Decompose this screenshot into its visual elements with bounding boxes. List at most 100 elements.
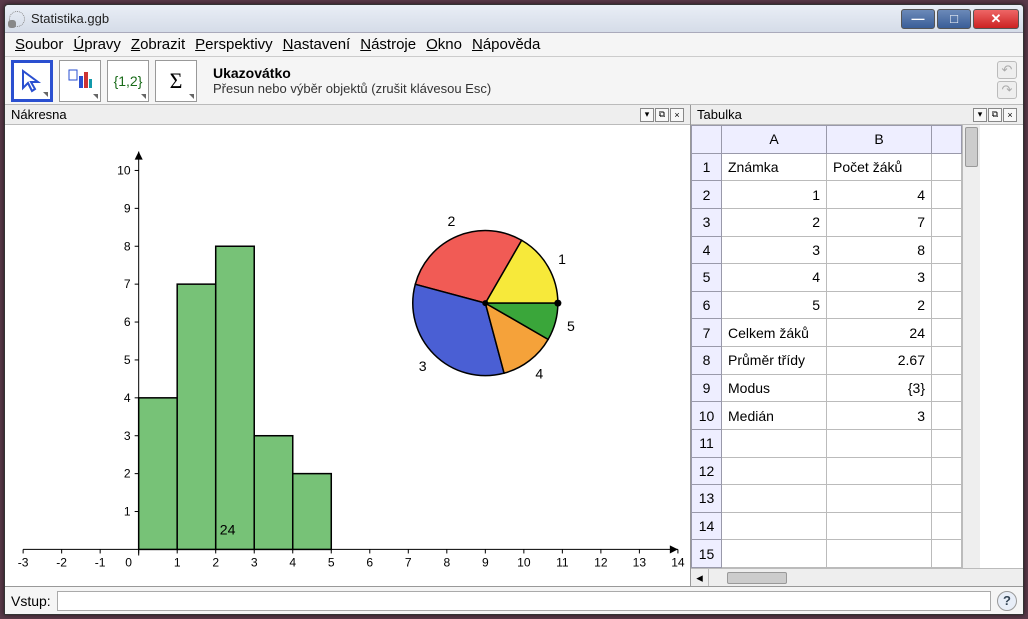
cell[interactable]: 8 — [827, 236, 932, 264]
close-button[interactable]: ✕ — [973, 9, 1019, 29]
cell[interactable] — [722, 429, 827, 457]
row-header[interactable]: 11 — [692, 429, 722, 457]
table-row[interactable]: 15 — [692, 540, 962, 568]
cell[interactable] — [827, 512, 932, 540]
table-row[interactable]: 8Průměr třídy2.67 — [692, 347, 962, 375]
table-row[interactable]: 543 — [692, 264, 962, 292]
table-row[interactable]: 652 — [692, 291, 962, 319]
row-header[interactable]: 13 — [692, 485, 722, 513]
cell[interactable] — [722, 457, 827, 485]
cell[interactable]: 4 — [722, 264, 827, 292]
row-header[interactable]: 2 — [692, 181, 722, 209]
table-row[interactable]: 438 — [692, 236, 962, 264]
cell[interactable]: Medián — [722, 402, 827, 430]
spreadsheet-header[interactable]: Tabulka ▾ ⧉ × — [691, 105, 1023, 125]
row-header[interactable]: 1 — [692, 153, 722, 181]
table-row[interactable]: 13 — [692, 485, 962, 513]
menu-nastroje[interactable]: Nástroje — [356, 34, 420, 55]
row-header[interactable]: 6 — [692, 291, 722, 319]
cell[interactable]: Počet žáků — [827, 153, 932, 181]
row-header[interactable]: 10 — [692, 402, 722, 430]
spreadsheet-hscroll[interactable]: ◂ — [691, 568, 1023, 586]
cell[interactable] — [932, 512, 962, 540]
menu-upravy[interactable]: Úpravy — [69, 34, 125, 55]
cell[interactable]: Známka — [722, 153, 827, 181]
redo-button[interactable]: ↷ — [997, 81, 1017, 99]
undo-button[interactable]: ↶ — [997, 61, 1017, 79]
row-header[interactable]: 3 — [692, 208, 722, 236]
row-header[interactable]: 4 — [692, 236, 722, 264]
menu-okno[interactable]: Okno — [422, 34, 466, 55]
cell[interactable]: 3 — [827, 402, 932, 430]
spreadsheet-vscroll[interactable] — [962, 125, 980, 568]
cell[interactable]: 4 — [827, 181, 932, 209]
cell[interactable] — [827, 540, 932, 568]
minimize-button[interactable]: — — [901, 9, 935, 29]
row-header[interactable]: 7 — [692, 319, 722, 347]
graphics-header[interactable]: Nákresna ▾ ⧉ × — [5, 105, 690, 125]
tool-move[interactable] — [11, 60, 53, 102]
cell[interactable]: 3 — [827, 264, 932, 292]
table-row[interactable]: 11 — [692, 429, 962, 457]
cell[interactable] — [722, 540, 827, 568]
cell[interactable] — [932, 291, 962, 319]
spreadsheet-close-button[interactable]: × — [1003, 108, 1017, 122]
cell[interactable] — [932, 208, 962, 236]
menu-perspektivy[interactable]: Perspektivy — [191, 34, 277, 55]
cell[interactable] — [827, 485, 932, 513]
cell[interactable] — [932, 402, 962, 430]
input-field[interactable] — [57, 591, 991, 611]
table-row[interactable]: 214 — [692, 181, 962, 209]
cell[interactable] — [722, 485, 827, 513]
cell[interactable] — [827, 429, 932, 457]
menu-soubor[interactable]: Soubor — [11, 34, 67, 55]
table-row[interactable]: 10Medián3 — [692, 402, 962, 430]
cell[interactable] — [932, 153, 962, 181]
graphics-view[interactable]: -3-2-11234567891011121314012345678910241… — [5, 125, 690, 586]
cell[interactable] — [932, 540, 962, 568]
row-header[interactable]: 14 — [692, 512, 722, 540]
spreadsheet-detach-button[interactable]: ⧉ — [988, 108, 1002, 122]
cell[interactable]: Modus — [722, 374, 827, 402]
cell[interactable] — [932, 181, 962, 209]
row-header[interactable]: 12 — [692, 457, 722, 485]
cell[interactable] — [722, 512, 827, 540]
cell[interactable]: 2 — [722, 208, 827, 236]
graphics-close-button[interactable]: × — [670, 108, 684, 122]
cell[interactable]: 2 — [827, 291, 932, 319]
row-header[interactable]: 15 — [692, 540, 722, 568]
table-row[interactable]: 7Celkem žáků24 — [692, 319, 962, 347]
table-row[interactable]: 14 — [692, 512, 962, 540]
cell[interactable]: {3} — [827, 374, 932, 402]
cell[interactable]: 3 — [722, 236, 827, 264]
titlebar[interactable]: Statistika.ggb — □ ✕ — [5, 5, 1023, 33]
spreadsheet-view[interactable]: AB1ZnámkaPočet žáků2143274385436527Celke… — [691, 125, 1023, 586]
spreadsheet-table[interactable]: AB1ZnámkaPočet žáků2143274385436527Celke… — [691, 125, 962, 568]
cell[interactable]: Celkem žáků — [722, 319, 827, 347]
cell[interactable] — [827, 457, 932, 485]
cell[interactable] — [932, 429, 962, 457]
cell[interactable]: 24 — [827, 319, 932, 347]
table-row[interactable]: 9Modus{3} — [692, 374, 962, 402]
tool-list[interactable]: {1,2} — [107, 60, 149, 102]
input-help-button[interactable]: ? — [997, 591, 1017, 611]
cell[interactable]: 5 — [722, 291, 827, 319]
cell[interactable] — [932, 457, 962, 485]
row-header[interactable]: 9 — [692, 374, 722, 402]
graphics-toggle-button[interactable]: ▾ — [640, 108, 654, 122]
table-row[interactable]: 12 — [692, 457, 962, 485]
cell[interactable] — [932, 347, 962, 375]
cell[interactable]: 1 — [722, 181, 827, 209]
cell[interactable]: 7 — [827, 208, 932, 236]
tool-stats-chart[interactable] — [59, 60, 101, 102]
cell[interactable] — [932, 374, 962, 402]
cell[interactable]: 2.67 — [827, 347, 932, 375]
cell[interactable] — [932, 236, 962, 264]
table-row[interactable]: 1ZnámkaPočet žáků — [692, 153, 962, 181]
cell[interactable] — [932, 264, 962, 292]
row-header[interactable]: 8 — [692, 347, 722, 375]
menu-zobrazit[interactable]: Zobrazit — [127, 34, 189, 55]
cell[interactable]: Průměr třídy — [722, 347, 827, 375]
menu-napoveda[interactable]: Nápověda — [468, 34, 544, 55]
tool-sum[interactable]: Σ — [155, 60, 197, 102]
